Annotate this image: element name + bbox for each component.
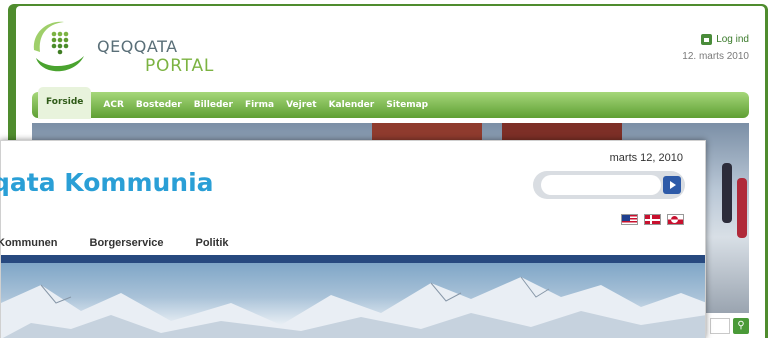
nav-item-sitemap[interactable]: Sitemap	[386, 100, 428, 110]
lock-icon	[701, 34, 713, 45]
kommunia-search-input[interactable]	[541, 175, 661, 195]
nav-item-billeder[interactable]: Billeder	[194, 100, 233, 110]
nav-item-kalender[interactable]: Kalender	[329, 100, 375, 110]
arrow-right-icon[interactable]	[663, 176, 681, 194]
kommunia-date: marts 12, 2010	[609, 152, 683, 164]
nav-item-firma[interactable]: Firma	[245, 100, 274, 110]
login-link[interactable]: Log ind	[701, 34, 749, 45]
portal-date: 12. marts 2010	[682, 51, 749, 62]
kommunia-title: qata Kommunia	[0, 168, 214, 197]
kommunia-search	[533, 171, 685, 199]
language-flags	[621, 214, 684, 225]
nav-item-borgerservice[interactable]: Borgerservice	[90, 237, 164, 249]
qeqqata-kommunia-window: marts 12, 2010 qata Kommunia Kommunen Bo…	[0, 140, 706, 338]
portal-logo-subtext: PORTAL	[145, 56, 215, 76]
portal-search-input[interactable]	[710, 318, 730, 334]
portal-nav-bar: Forside ACR Bosteder Billeder Firma Vejr…	[32, 87, 749, 119]
login-label: Log ind	[716, 34, 749, 45]
nav-item-bosteder[interactable]: Bosteder	[136, 100, 182, 110]
kommunia-nav: Kommunen Borgerservice Politik	[0, 237, 229, 249]
magnifier-icon[interactable]: ⚲	[733, 318, 749, 334]
kommunia-banner-image	[1, 263, 705, 338]
banner-skier	[737, 178, 747, 238]
nav-item-politik[interactable]: Politik	[196, 237, 229, 249]
nav-item-forside[interactable]: Forside	[38, 87, 92, 119]
portal-search: ⚲	[710, 318, 749, 334]
flag-usa-icon[interactable]	[621, 214, 638, 225]
banner-skier	[722, 163, 732, 223]
portal-logo-icon[interactable]	[30, 18, 88, 76]
kommunia-nav-underline	[1, 255, 705, 263]
flag-greenland-icon[interactable]	[667, 214, 684, 225]
mountain-landscape	[1, 276, 705, 338]
nav-item-acr[interactable]: ACR	[103, 100, 124, 110]
flag-denmark-icon[interactable]	[644, 214, 661, 225]
nav-item-kommunen[interactable]: Kommunen	[0, 237, 58, 249]
portal-logo-text: QEQQATA	[97, 37, 178, 56]
nav-item-vejret[interactable]: Vejret	[286, 100, 317, 110]
